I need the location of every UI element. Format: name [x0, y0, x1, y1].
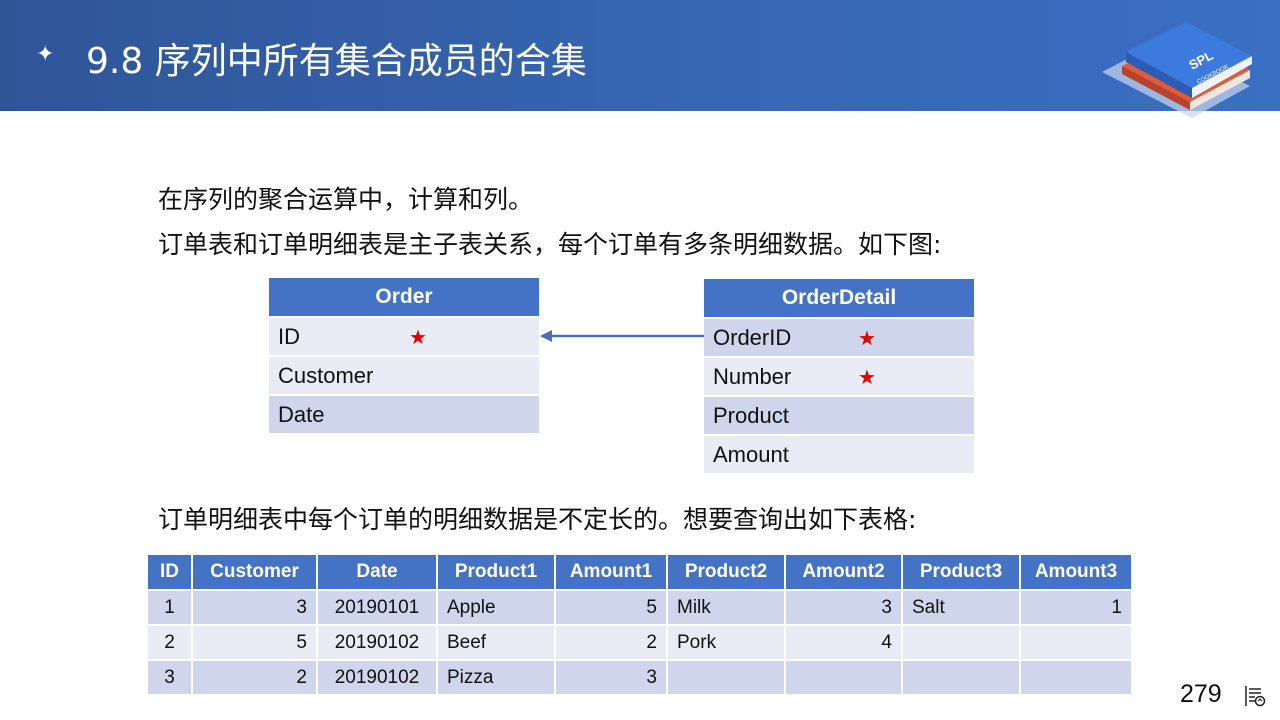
order-table-title: Order — [269, 278, 539, 316]
intro-line-3: 订单明细表中每个订单的明细数据是不定长的。想要查询出如下表格: — [158, 505, 917, 534]
detail-field-product: Product — [704, 397, 974, 434]
table-header-row: ID Customer Date Product1 Amount1 Produc… — [148, 555, 1131, 591]
table-row: 2 5 20190102 Beef 2 Pork 4 — [148, 625, 1131, 661]
relation-arrow — [540, 330, 706, 342]
detail-field-amount: Amount — [704, 436, 974, 473]
primary-key-star-icon: ★ — [858, 325, 876, 350]
table-cell: 3 — [554, 660, 667, 696]
intro-line-2: 订单表和订单明细表是主子表关系，每个订单有多条明细数据。如下图: — [158, 230, 942, 259]
table-cell — [1019, 660, 1131, 696]
order-field-customer: Customer — [269, 357, 539, 394]
table-cell: 20190102 — [316, 660, 437, 696]
orderdetail-table-title: OrderDetail — [704, 279, 974, 317]
field-label: Amount — [713, 441, 789, 467]
detail-field-number: Number ★ — [704, 358, 974, 395]
result-table: ID Customer Date Product1 Amount1 Produc… — [148, 555, 1131, 696]
table-cell: Apple — [436, 590, 555, 626]
table-cell: 4 — [784, 625, 902, 661]
field-label: OrderID — [713, 324, 792, 350]
col-header: ID — [148, 555, 192, 591]
table-cell — [666, 660, 785, 696]
primary-key-star-icon: ★ — [858, 364, 876, 389]
field-label: Product — [713, 402, 789, 428]
bullet-star-icon: ✦ — [36, 42, 55, 67]
slide-title: 9.8 序列中所有集合成员的合集 — [86, 41, 587, 82]
field-label: Number — [713, 363, 792, 389]
col-header: Product1 — [436, 555, 555, 591]
col-header: Date — [316, 555, 437, 591]
spl-cookbook-logo: SPL COOKBOOK — [1102, 22, 1252, 118]
table-cell: 3 — [784, 590, 902, 626]
page-number: 279 — [1180, 680, 1222, 708]
table-cell: 2 — [554, 625, 667, 661]
table-row: 1 3 20190101 Apple 5 Milk 3 Salt 1 — [148, 590, 1131, 626]
table-cell: 5 — [191, 625, 317, 661]
field-label: ID — [278, 323, 300, 349]
table-row: 3 2 20190102 Pizza 3 — [148, 660, 1131, 696]
orderdetail-entity-table: OrderDetail OrderID ★ Number ★ Product A… — [704, 279, 974, 473]
col-header: Product2 — [666, 555, 785, 591]
col-header: Amount2 — [784, 555, 902, 591]
table-cell — [784, 660, 902, 696]
col-header: Customer — [191, 555, 317, 591]
table-cell: 20190101 — [316, 590, 437, 626]
order-field-date: Date — [269, 396, 539, 433]
table-cell — [901, 660, 1020, 696]
table-cell: 2 — [191, 660, 317, 696]
col-header: Amount3 — [1019, 555, 1131, 591]
field-label: Date — [278, 401, 325, 427]
col-header: Product3 — [901, 555, 1020, 591]
table-cell: 2 — [148, 625, 192, 661]
table-cell: 1 — [1019, 590, 1131, 626]
table-cell: 20190102 — [316, 625, 437, 661]
table-cell — [901, 625, 1020, 661]
table-cell — [1019, 625, 1131, 661]
detail-field-orderid: OrderID ★ — [704, 319, 974, 356]
table-cell: 3 — [191, 590, 317, 626]
order-entity-table: Order ID ★ Customer Date — [269, 278, 539, 433]
table-cell: 3 — [148, 660, 192, 696]
slide-header: ✦ 9.8 序列中所有集合成员的合集 SPL COOKBOOK — [0, 0, 1280, 118]
field-label: Customer — [278, 362, 374, 388]
table-cell: Salt — [901, 590, 1020, 626]
intro-line-1: 在序列的聚合运算中，计算和列。 — [158, 185, 534, 214]
col-header: Amount1 — [554, 555, 667, 591]
primary-key-star-icon: ★ — [409, 324, 427, 349]
table-cell: 5 — [554, 590, 667, 626]
page-view-icon[interactable] — [1243, 684, 1267, 708]
table-cell: Pork — [666, 625, 785, 661]
table-cell: Beef — [436, 625, 555, 661]
table-cell: 1 — [148, 590, 192, 626]
table-cell: Milk — [666, 590, 785, 626]
order-field-id: ID ★ — [269, 318, 539, 355]
table-cell: Pizza — [436, 660, 555, 696]
